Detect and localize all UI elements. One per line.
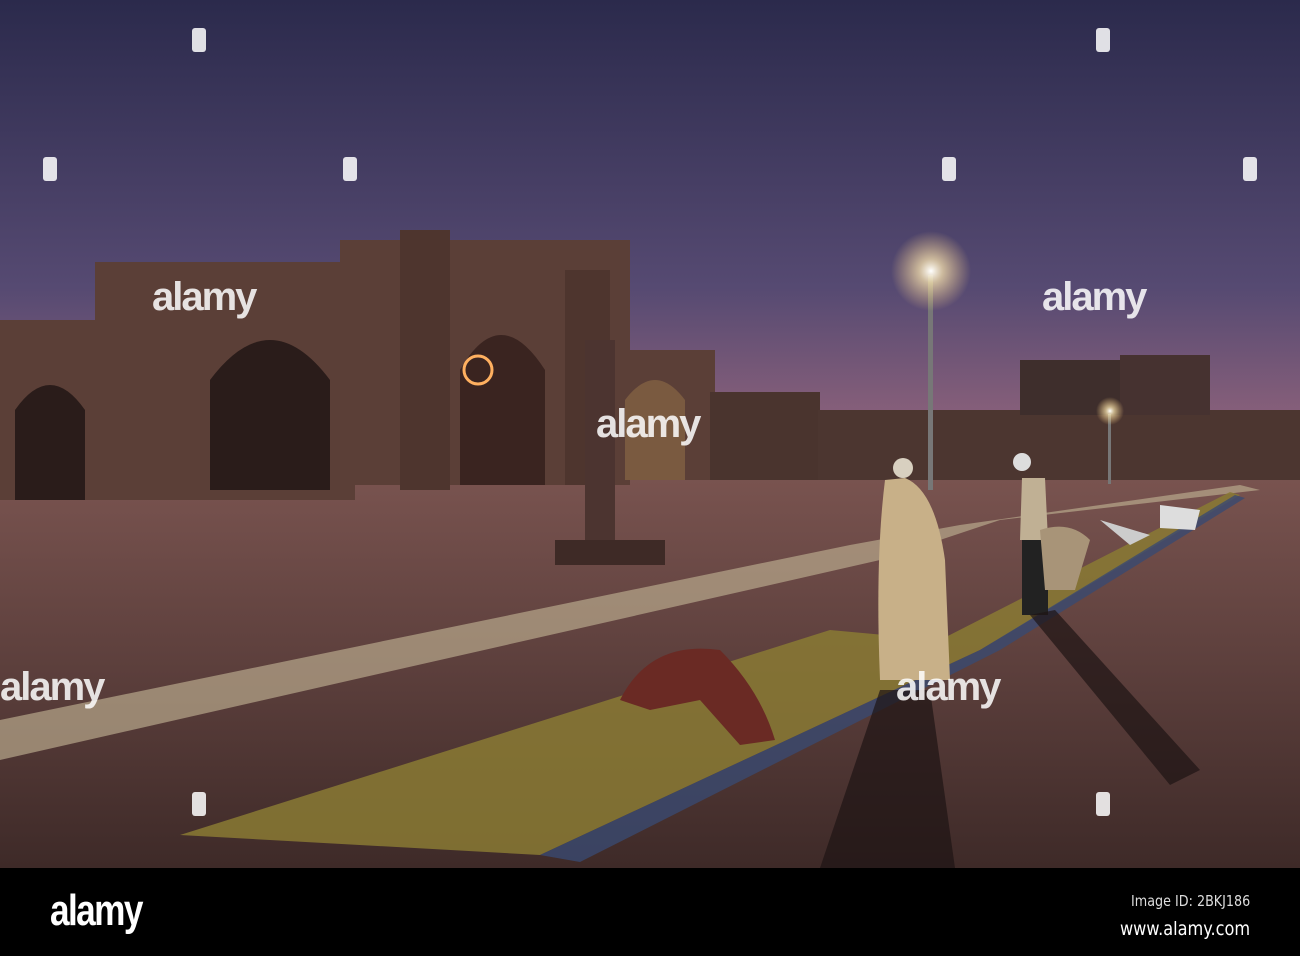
watermark: alamy <box>896 665 1001 709</box>
watermark: alamy <box>152 275 257 319</box>
footer-bar: alamy Image ID: 2BKJ186 www.alamy.com <box>0 868 1300 956</box>
website-url: www.alamy.com <box>1119 918 1250 940</box>
watermark: alamy <box>1042 275 1147 319</box>
watermark: alamy <box>596 402 701 446</box>
watermark: alamy <box>0 665 105 709</box>
alamy-logo: alamy <box>50 886 143 935</box>
image-id: Image ID: 2BKJ186 <box>1130 892 1250 910</box>
street-lamp <box>891 231 971 311</box>
stock-photo: alamy alamy alamy alamy alamy alamy Imag… <box>0 0 1300 956</box>
